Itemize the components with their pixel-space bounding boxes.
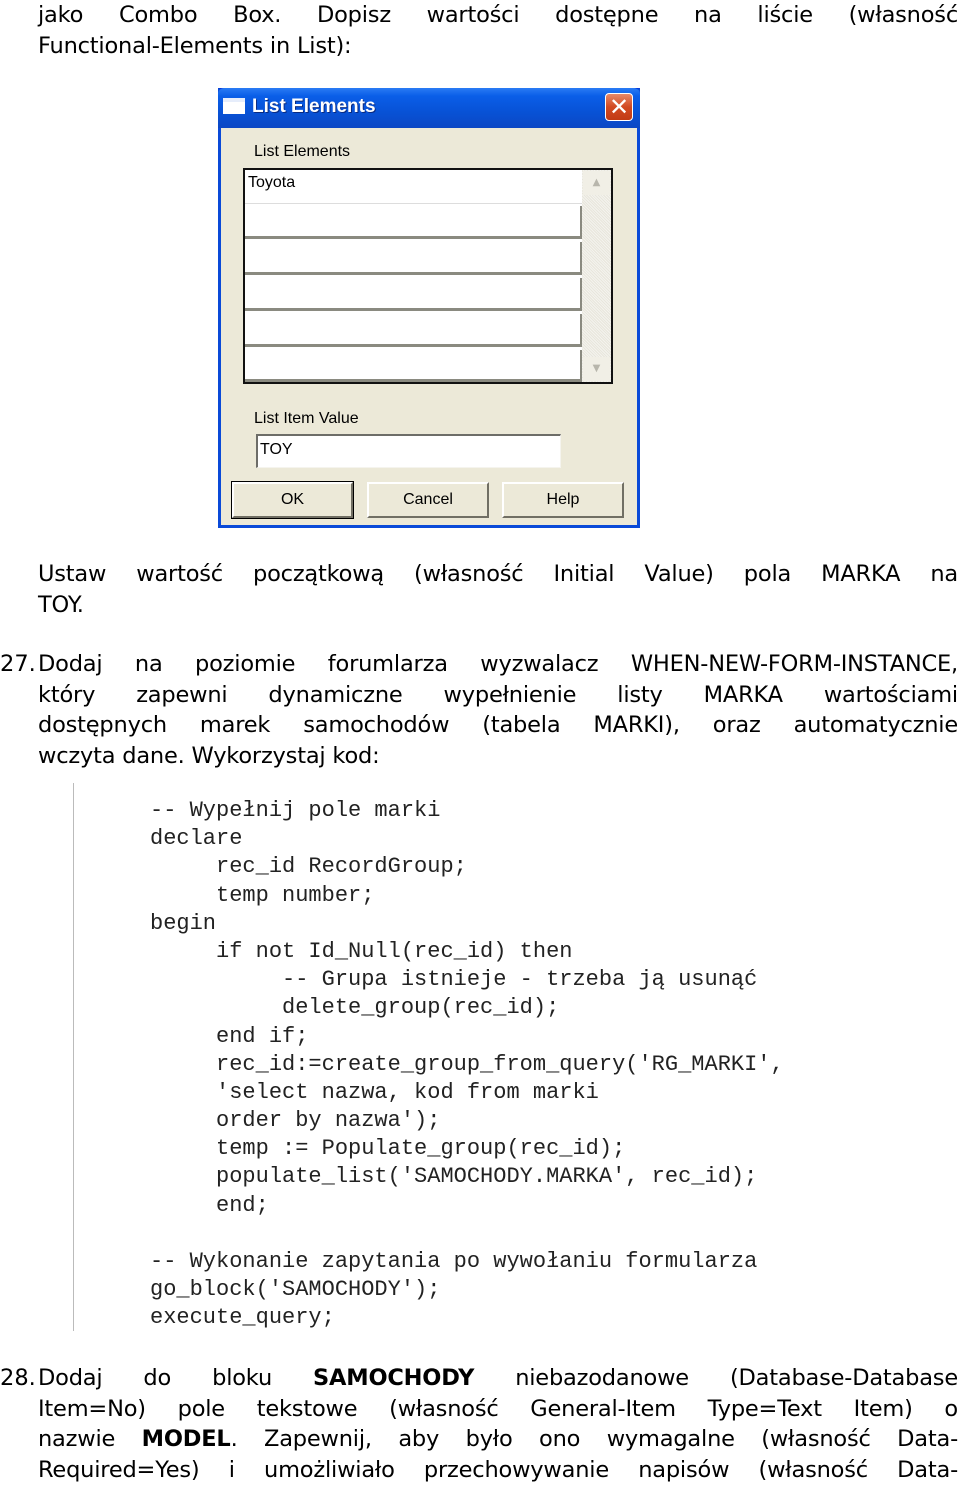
scroll-up-icon: ▲ [593, 177, 601, 188]
help-button-label: Help [547, 491, 580, 508]
code-line: -- Grupa istnieje - trzeba ją usunąć [150, 966, 784, 994]
paragraph-line: Required=Yes) i umożliwiało przechowywan… [38, 1455, 958, 1485]
paragraph-line: Ustaw wartość początkową (własność Initi… [38, 559, 958, 590]
text-run: niebazodanowe (Database-Database [474, 1365, 958, 1391]
cancel-button-label: Cancel [403, 491, 453, 508]
text-run: Dodaj do bloku [38, 1365, 313, 1391]
scroll-down-button[interactable]: ▼ [583, 357, 610, 381]
list-item-value-label: List Item Value [254, 410, 359, 428]
intro-line: Functional-Elements in List): [38, 31, 958, 62]
scroll-down-icon: ▼ [593, 363, 601, 374]
list-elements-listbox[interactable]: Toyota ▲ ▼ [243, 168, 613, 384]
code-line: end if; [150, 1023, 784, 1051]
dialog-title: List Elements [252, 96, 376, 118]
code-line [150, 1220, 784, 1248]
paragraph-line: Item=No) pole tekstowe (własność General… [38, 1394, 958, 1425]
list-item[interactable] [245, 278, 582, 311]
initial-value-paragraph: Ustaw wartość początkową (własność Initi… [38, 559, 958, 620]
code-line: execute_query; [150, 1304, 784, 1332]
code-block: -- Wypełnij pole markideclare rec_id Rec… [150, 797, 784, 1333]
list-item[interactable] [245, 242, 582, 275]
code-line: populate_list('SAMOCHODY.MARKA', rec_id)… [150, 1163, 784, 1191]
dialog-titlebar: List Elements ✕ [218, 88, 640, 128]
code-block-rule [73, 783, 74, 1331]
list-item[interactable] [245, 314, 582, 347]
step-number: 28. [0, 1363, 36, 1394]
paragraph-line: dostępnych marek samochodów (tabela MARK… [38, 710, 958, 741]
ok-button-label: OK [281, 491, 304, 508]
code-line: temp := Populate_group(rec_id); [150, 1135, 784, 1163]
code-line: rec_id:=create_group_from_query('RG_MARK… [150, 1051, 784, 1079]
code-line: delete_group(rec_id); [150, 994, 784, 1022]
list-elements-label-text: List Elements [254, 143, 350, 160]
code-line: end; [150, 1192, 784, 1220]
intro-paragraph: jako Combo Box. Dopisz wartości dostępne… [38, 0, 958, 61]
intro-line: jako Combo Box. Dopisz wartości dostępne… [38, 0, 958, 31]
text-run: . Zapewnij, aby było ono wymagalne (włas… [231, 1426, 958, 1452]
code-line: -- Wypełnij pole marki [150, 797, 784, 825]
paragraph-line: który zapewni dynamiczne wypełnienie lis… [38, 680, 958, 711]
code-line: declare [150, 825, 784, 853]
step-27-paragraph: Dodaj na poziomie forumlarza wyzwalacz W… [38, 649, 958, 771]
ok-button[interactable]: OK [232, 482, 353, 518]
code-line: begin [150, 910, 784, 938]
window-icon [223, 98, 245, 114]
list-item-value-input[interactable]: TOY [256, 434, 561, 468]
paragraph-line: nazwie MODEL. Zapewnij, aby było ono wym… [38, 1424, 958, 1455]
paragraph-line: Dodaj na poziomie forumlarza wyzwalacz W… [38, 649, 958, 680]
close-icon: ✕ [609, 93, 629, 121]
step-number: 27. [0, 649, 36, 680]
list-scrollbar[interactable]: ▲ ▼ [582, 170, 611, 382]
scroll-up-button[interactable]: ▲ [583, 171, 610, 195]
code-line: go_block('SAMOCHODY'); [150, 1276, 784, 1304]
list-elements-label: List Elements [254, 143, 350, 161]
close-button[interactable]: ✕ [605, 93, 633, 121]
help-button[interactable]: Help [502, 482, 624, 518]
field-name: MODEL [142, 1426, 231, 1452]
block-name: SAMOCHODY [313, 1365, 474, 1391]
list-item[interactable] [245, 350, 582, 382]
list-item[interactable] [245, 206, 582, 239]
paragraph-line: wczyta dane. Wykorzystaj kod: [38, 741, 958, 772]
code-line: temp number; [150, 882, 784, 910]
step-28-paragraph: Dodaj do bloku SAMOCHODY niebazodanowe (… [38, 1363, 958, 1485]
code-line: if not Id_Null(rec_id) then [150, 938, 784, 966]
paragraph-line: Dodaj do bloku SAMOCHODY niebazodanowe (… [38, 1363, 958, 1394]
list-item[interactable]: Toyota [245, 170, 582, 204]
code-line: 'select nazwa, kod from marki [150, 1079, 784, 1107]
text-run: nazwie [38, 1426, 142, 1452]
code-line: order by nazwa'); [150, 1107, 784, 1135]
list-item-value-label-text: List Item Value [254, 410, 359, 427]
code-line: -- Wykonanie zapytania po wywołaniu form… [150, 1248, 784, 1276]
cancel-button[interactable]: Cancel [367, 482, 489, 518]
code-line: rec_id RecordGroup; [150, 853, 784, 881]
paragraph-line: TOY. [38, 590, 958, 621]
